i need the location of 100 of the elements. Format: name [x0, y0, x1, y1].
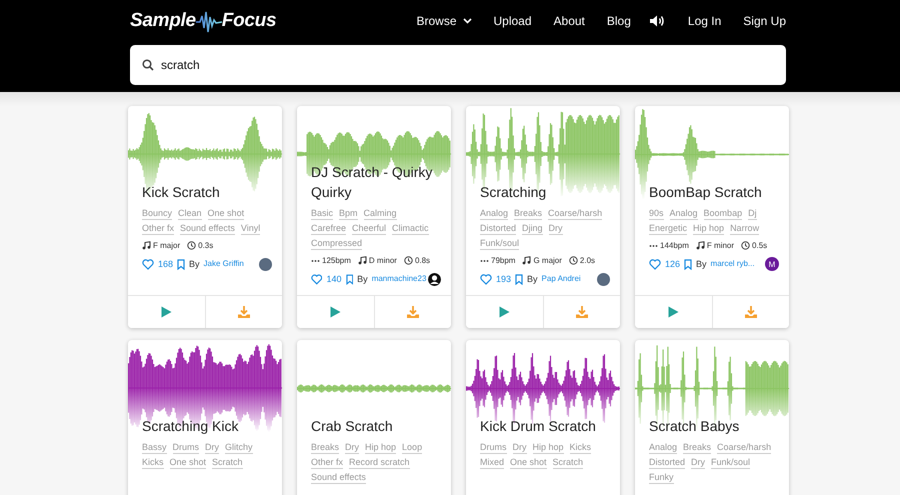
tag-link[interactable]: Sound effects: [180, 222, 235, 235]
tag-link[interactable]: Glitchy: [225, 441, 253, 454]
tag-link[interactable]: Bassy: [142, 441, 167, 454]
tag-link[interactable]: Drums: [480, 441, 506, 454]
tag-link[interactable]: Dry: [512, 441, 526, 454]
sample-title[interactable]: Crab Scratch: [311, 416, 437, 436]
tag-link[interactable]: Coarse/harsh: [717, 441, 772, 454]
tag-link[interactable]: Energetic: [649, 222, 688, 235]
tag-link[interactable]: Drums: [172, 441, 200, 454]
bookmark-icon[interactable]: [177, 258, 186, 270]
author-link[interactable]: Pap Andrei: [542, 274, 581, 284]
tag-link[interactable]: Hip hop: [693, 222, 724, 235]
tag-link[interactable]: One shot: [208, 207, 244, 220]
tag-link[interactable]: Mixed: [480, 456, 504, 469]
author-link[interactable]: manmachine23: [372, 274, 424, 284]
nav-link[interactable]: Sign Up: [743, 14, 786, 28]
nav-link[interactable]: Upload: [494, 14, 532, 28]
tag-link[interactable]: Coarse/harsh: [548, 207, 602, 220]
tag-link[interactable]: Analog: [670, 207, 698, 220]
sample-title[interactable]: Scratch Babys: [649, 416, 775, 436]
logo-text[interactable]: Focus: [222, 10, 276, 32]
heart-icon[interactable]: [649, 258, 661, 270]
logo-text[interactable]: Sample: [130, 10, 196, 32]
tag-link[interactable]: Breaks: [683, 441, 712, 454]
tag-link[interactable]: Calming: [364, 207, 397, 220]
tag-link[interactable]: Kicks: [570, 441, 592, 454]
tag-link[interactable]: Breaks: [514, 207, 542, 220]
tag-link[interactable]: Vinyl: [240, 222, 260, 235]
tag-link[interactable]: Loop: [402, 441, 422, 454]
sample-title[interactable]: BoomBap Scratch: [649, 182, 775, 202]
tag-link[interactable]: One shot: [510, 456, 547, 469]
tag-link[interactable]: Scratch: [552, 456, 584, 469]
tag-link[interactable]: Distorted: [649, 456, 686, 469]
tag-link[interactable]: Boombap: [704, 207, 742, 220]
tag-link[interactable]: Scratch: [212, 456, 243, 469]
tag-link[interactable]: Dry: [691, 456, 706, 469]
tag-link[interactable]: Breaks: [311, 441, 340, 454]
tag-link[interactable]: Funky: [649, 471, 674, 484]
author-link[interactable]: marcel ryb...: [710, 259, 755, 269]
music-note-icon: [142, 241, 151, 250]
tag-link[interactable]: Carefree: [311, 222, 346, 235]
heart-icon[interactable]: [311, 274, 322, 284]
tag-link[interactable]: Compressed: [311, 237, 362, 250]
speaker-icon[interactable]: [648, 14, 666, 28]
tag-link[interactable]: Djing: [522, 222, 543, 235]
tag-link[interactable]: Record scratch: [349, 456, 410, 469]
tag-link[interactable]: Funk/soul: [711, 456, 750, 469]
bookmark-icon[interactable]: [515, 274, 524, 284]
tag-link[interactable]: Clean: [178, 207, 202, 220]
bookmark-icon[interactable]: [346, 274, 354, 284]
tag-link[interactable]: Basic: [311, 207, 334, 220]
clock-icon: [568, 256, 578, 265]
nav-link[interactable]: Log In: [688, 14, 722, 28]
tag-link[interactable]: 90s: [649, 207, 664, 220]
tag-link[interactable]: Climactic: [392, 222, 429, 235]
avatar[interactable]: [428, 272, 442, 286]
tag-link[interactable]: Sound effects: [311, 471, 366, 484]
tag-link[interactable]: Analog: [649, 441, 678, 454]
tag-link[interactable]: Other fx: [311, 456, 344, 469]
play-button[interactable]: [297, 296, 374, 328]
tag-link[interactable]: Kicks: [142, 456, 164, 469]
by-label: By: [696, 259, 707, 269]
download-button[interactable]: [374, 296, 451, 328]
tag-link[interactable]: Analog: [480, 207, 508, 220]
tag-link[interactable]: Hip hop: [532, 441, 564, 454]
play-button[interactable]: [466, 296, 542, 328]
play-button[interactable]: [128, 296, 204, 328]
heart-icon[interactable]: [142, 258, 154, 270]
tag-link[interactable]: Bpm: [339, 207, 358, 220]
sample-info: 0.8s: [414, 256, 430, 265]
sample-title[interactable]: Scratching: [480, 182, 606, 202]
sample-title[interactable]: Scratching Kick: [142, 416, 268, 436]
tag-link[interactable]: Narrow: [730, 222, 760, 235]
avatar[interactable]: M: [765, 257, 779, 271]
tag-link[interactable]: Other fx: [142, 222, 174, 235]
sample-title[interactable]: Kick Drum Scratch: [480, 416, 606, 436]
tag-link[interactable]: Distorted: [480, 222, 516, 235]
tag-link[interactable]: Dry: [345, 441, 360, 454]
tag-link[interactable]: Dry: [548, 222, 563, 235]
tag-link[interactable]: Funk/soul: [480, 237, 520, 250]
download-button[interactable]: [542, 296, 620, 328]
sample-title[interactable]: Kick Scratch: [142, 182, 268, 202]
nav-link[interactable]: About: [554, 14, 585, 28]
search-field[interactable]: scratch: [130, 45, 786, 85]
tag-link[interactable]: Hip hop: [365, 441, 396, 454]
browse-menu[interactable]: Browse: [416, 14, 472, 28]
tag-link[interactable]: Bouncy: [142, 207, 172, 220]
bookmark-icon[interactable]: [684, 258, 692, 270]
tag-link[interactable]: Cheerful: [352, 222, 386, 235]
tag-link[interactable]: One shot: [170, 456, 206, 469]
nav-link[interactable]: Blog: [606, 14, 631, 28]
tag-link[interactable]: Dry: [205, 441, 220, 454]
sample-info: 2.0s: [580, 256, 596, 265]
download-button[interactable]: [204, 296, 282, 328]
author-link[interactable]: Jake Griffin: [204, 259, 244, 269]
play-button[interactable]: [635, 296, 712, 328]
tag-link[interactable]: Dj: [748, 207, 757, 220]
download-button[interactable]: [712, 296, 789, 328]
sample-title[interactable]: DJ Scratch - Quirky Quirky: [311, 162, 437, 202]
heart-icon[interactable]: [480, 274, 492, 284]
